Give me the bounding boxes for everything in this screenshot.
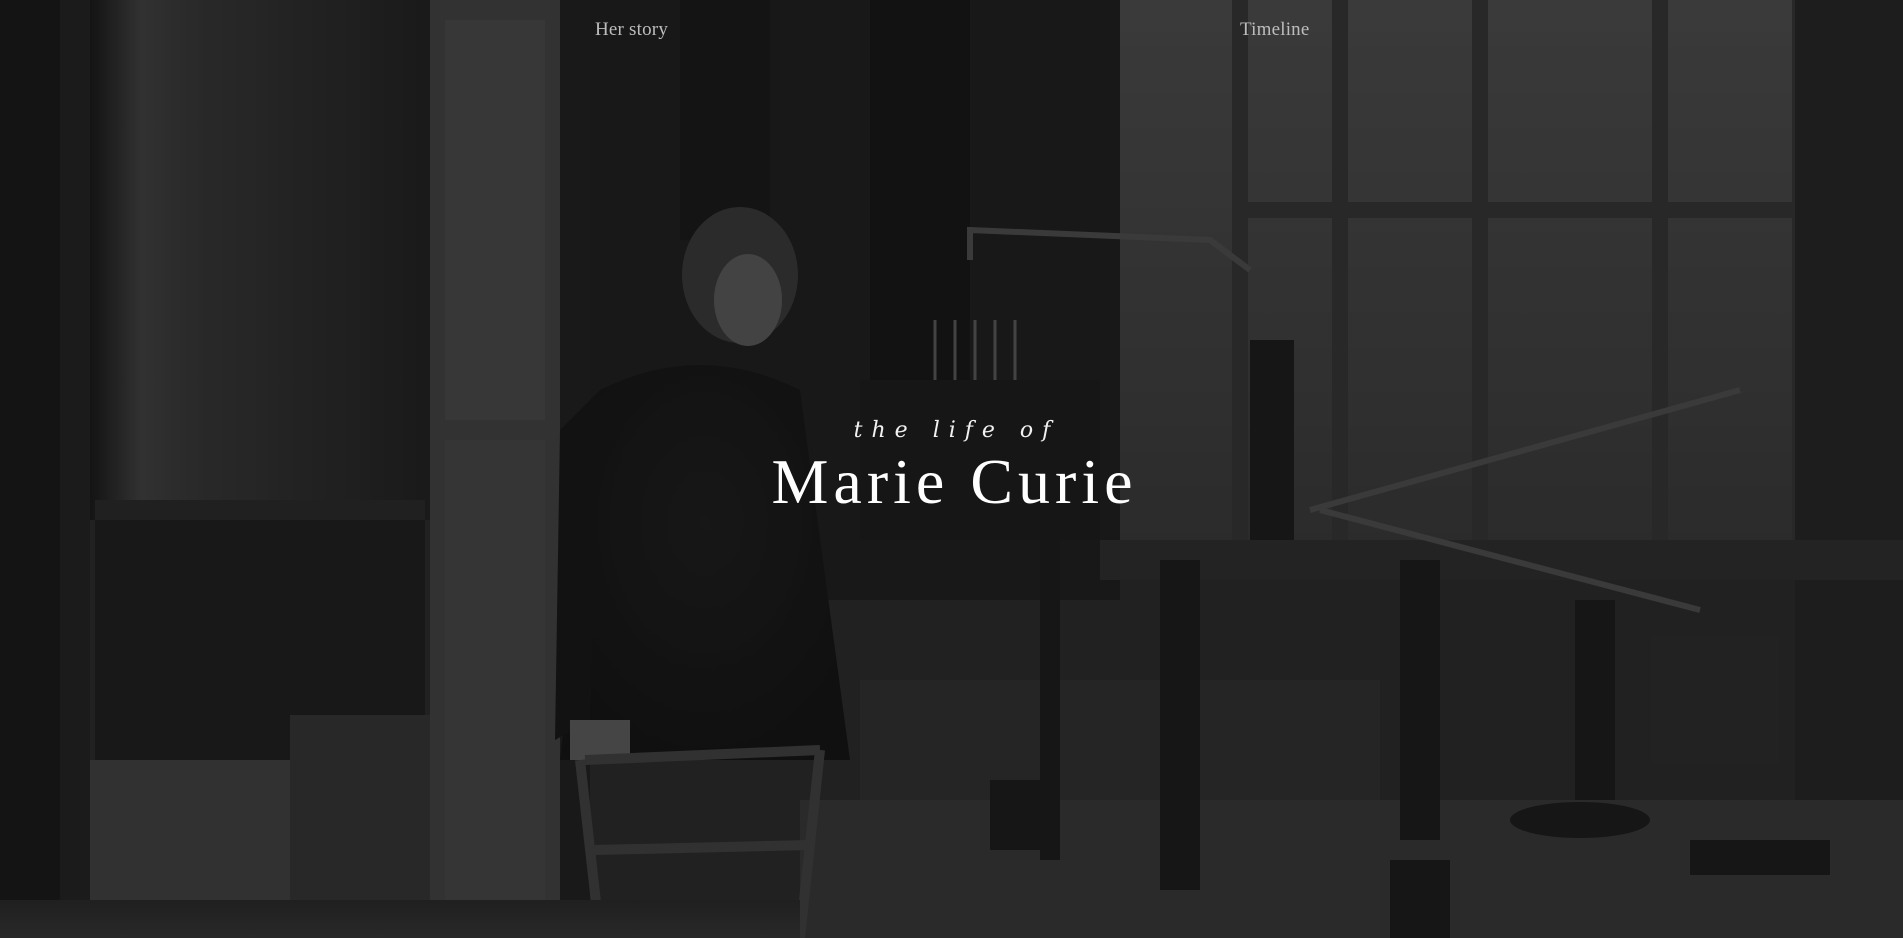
nav-link-her-story[interactable]: Her story xyxy=(595,19,668,41)
hero-section: Her story Timeline the life of Marie Cur… xyxy=(0,0,1903,938)
hero-subtitle: the life of xyxy=(853,418,1060,443)
top-nav: Her story Timeline xyxy=(0,0,1903,62)
nav-link-timeline[interactable]: Timeline xyxy=(1240,19,1310,41)
hero-title: Marie Curie xyxy=(771,446,1138,517)
hero-title-block: the life of Marie Curie xyxy=(0,420,1903,514)
